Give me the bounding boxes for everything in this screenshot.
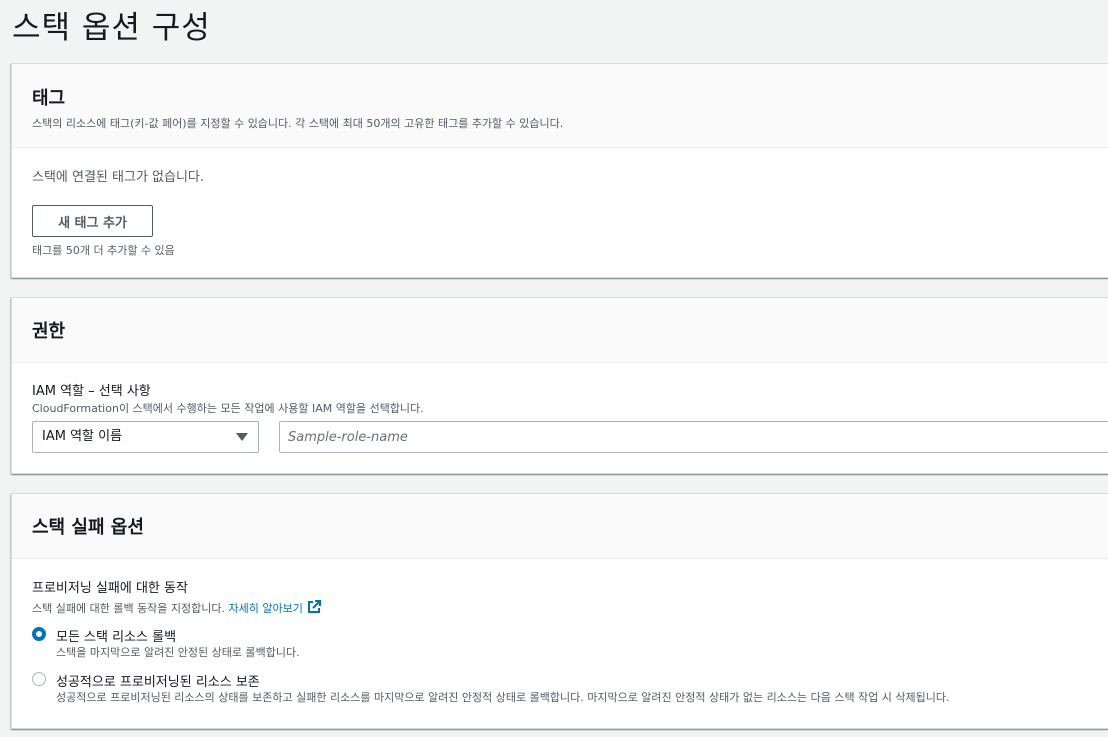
permissions-title: 권한 [32, 321, 66, 342]
failure-panel-header: 스택 실패 옵션 [12, 494, 1108, 559]
role-name-input[interactable] [279, 421, 1108, 453]
tags-panel-header: 태그 스택의 리소스에 태그(키-값 페어)를 지정할 수 있습니다. 각 스택… [12, 64, 1108, 148]
iam-role-description: CloudFormation이 스택에서 수행하는 모든 작업에 사용할 IAM… [32, 402, 424, 415]
rollback-all-description: 스택을 마지막으로 알려진 안정된 상태로 롤백합니다. [56, 646, 300, 659]
add-tag-button[interactable]: 새 태그 추가 [32, 205, 153, 237]
external-link-icon[interactable] [307, 600, 321, 614]
preserve-resources-description: 성공적으로 프로비저닝된 리소스의 상태를 보존하고 실패한 리소스를 마지막으… [56, 691, 950, 704]
behavior-label: 프로비저닝 실패에 대한 동작 [32, 581, 188, 596]
learn-more-link[interactable]: 자세히 알아보기 [229, 602, 303, 615]
tags-title: 태그 [32, 88, 66, 109]
iam-role-select[interactable]: IAM 역할 이름 [32, 421, 259, 453]
permissions-panel: 권한 IAM 역할 – 선택 사항 CloudFormation이 스택에서 수… [11, 297, 1108, 474]
failure-options-title: 스택 실패 옵션 [32, 517, 144, 538]
tags-description: 스택의 리소스에 태그(키-값 페어)를 지정할 수 있습니다. 각 스택에 최… [32, 117, 564, 130]
behavior-description: 스택 실패에 대한 롤백 동작을 지정합니다. 자세히 알아보기 [32, 600, 321, 616]
iam-role-select-value: IAM 역할 이름 [42, 429, 123, 444]
preserve-resources-radio[interactable] [32, 672, 46, 686]
caret-down-icon [236, 433, 248, 441]
rollback-all-label: 모든 스택 리소스 롤백 [56, 630, 177, 645]
stack-failure-options-panel: 스택 실패 옵션 프로비저닝 실패에 대한 동작 스택 실패에 대한 롤백 동작… [11, 493, 1108, 729]
behavior-description-text: 스택 실패에 대한 롤백 동작을 지정합니다. [32, 602, 226, 615]
tags-panel: 태그 스택의 리소스에 태그(키-값 페어)를 지정할 수 있습니다. 각 스택… [11, 63, 1108, 278]
preserve-resources-label: 성공적으로 프로비저닝된 리소스 보존 [56, 675, 260, 690]
add-tag-hint: 태그를 50개 더 추가할 수 있음 [32, 244, 175, 257]
no-tags-message: 스택에 연결된 태그가 없습니다. [32, 170, 205, 185]
iam-role-label: IAM 역할 – 선택 사항 [32, 384, 151, 399]
rollback-all-radio[interactable] [32, 627, 46, 641]
page-title: 스택 옵션 구성 [12, 10, 211, 46]
permissions-panel-header: 권한 [12, 298, 1108, 363]
